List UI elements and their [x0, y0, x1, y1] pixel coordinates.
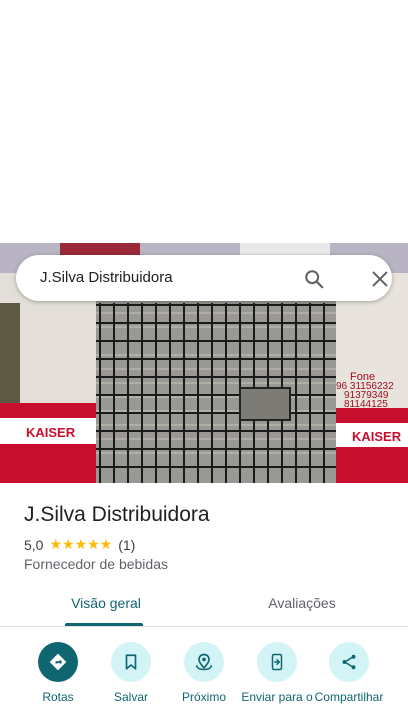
phone-line-3: 81144125 [344, 399, 388, 410]
kaiser-sign-right: KAISER [352, 429, 402, 444]
nearby-button[interactable]: Próximo [164, 642, 244, 704]
send-to-phone-label: Enviar para o [241, 690, 313, 704]
send-to-phone-icon[interactable] [257, 642, 297, 682]
share-button[interactable]: Compartilhar [309, 642, 389, 704]
close-icon[interactable] [369, 268, 391, 290]
directions-button[interactable]: Rotas [18, 642, 98, 704]
tab-divider [0, 626, 408, 627]
search-bar[interactable]: J.Silva Distribuidora [16, 255, 392, 301]
bookmark-icon[interactable] [111, 642, 151, 682]
kaiser-sign-left: KAISER [26, 425, 76, 440]
star-rating-icon: ★★★★★ [49, 536, 113, 552]
directions-icon[interactable] [38, 642, 78, 682]
share-icon[interactable] [329, 642, 369, 682]
rating-value: 5,0 [24, 536, 44, 553]
review-count: (1) [118, 536, 136, 553]
tab-overview[interactable]: Visão geral [24, 595, 188, 611]
tab-reviews[interactable]: Avaliações [220, 595, 384, 611]
search-icon[interactable] [303, 268, 325, 290]
place-title: J.Silva Distribuidora [24, 503, 210, 526]
search-query-text[interactable]: J.Silva Distribuidora [40, 269, 173, 286]
nearby-label: Próximo [181, 690, 226, 704]
send-to-phone-button[interactable]: Enviar para o [237, 642, 317, 704]
rating-row[interactable]: 5,0 ★★★★★ (1) [24, 536, 135, 553]
save-label: Salvar [113, 690, 148, 704]
map-blank-area [0, 0, 408, 243]
place-category: Fornecedor de bebidas [24, 556, 168, 572]
action-buttons-row: Rotas Salvar Próximo Enviar para o Compa… [0, 642, 408, 726]
share-label: Compartilhar [314, 690, 384, 704]
save-button[interactable]: Salvar [91, 642, 171, 704]
directions-label: Rotas [42, 690, 74, 704]
nearby-icon[interactable] [184, 642, 224, 682]
